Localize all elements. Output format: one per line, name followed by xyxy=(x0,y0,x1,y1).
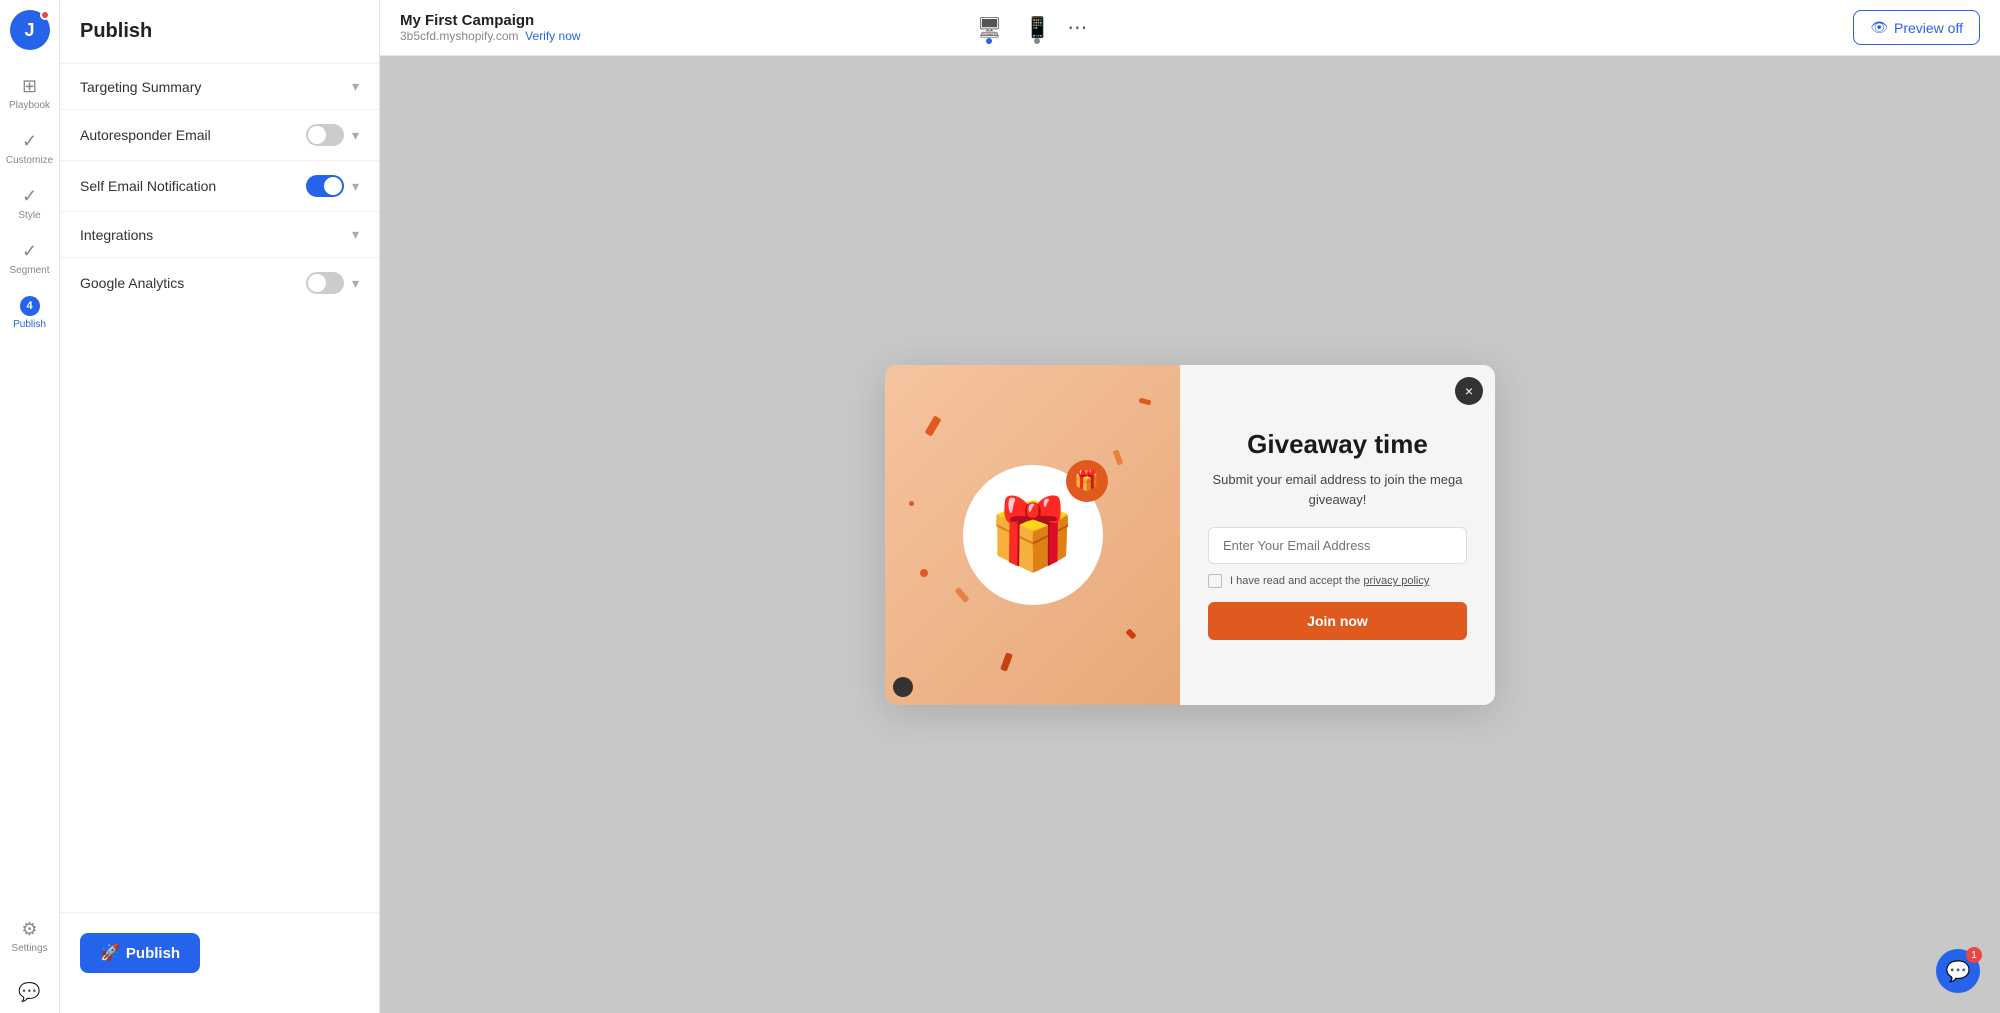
customize-icon: ✓ xyxy=(22,131,37,152)
chat-badge: 1 xyxy=(1966,947,1982,963)
gift-icon: 🎁 xyxy=(989,494,1076,576)
popup-right-panel: × Giveaway time Submit your email addres… xyxy=(1180,365,1495,705)
targeting-summary-row[interactable]: Targeting Summary ▾ xyxy=(80,64,359,109)
google-analytics-section: Google Analytics ▾ xyxy=(60,257,379,308)
gift-badge: 🎁 xyxy=(1066,460,1108,502)
preview-content: 🎁 🎁 × Giveaway time Submit your email ad… xyxy=(380,56,2000,1013)
privacy-checkbox[interactable] xyxy=(1208,574,1222,588)
main-area: My First Campaign 3b5cfd.myshopify.com V… xyxy=(380,0,2000,1013)
domain-text: 3b5cfd.myshopify.com Verify now xyxy=(400,29,581,43)
chevron-down-icon: ▾ xyxy=(352,226,359,243)
close-icon: × xyxy=(1465,383,1473,399)
mobile-view-button[interactable]: 📱 xyxy=(1019,10,1055,46)
more-options-icon[interactable]: ⋯ xyxy=(1067,15,1087,40)
device-controls: 🖥 📱 ⋯ xyxy=(971,10,1087,46)
verify-link[interactable]: Verify now xyxy=(525,29,580,43)
popup-close-button[interactable]: × xyxy=(1455,377,1483,405)
chevron-down-icon: ▾ xyxy=(352,127,359,144)
desktop-icon: 🖥 xyxy=(977,15,1002,40)
campaign-info: My First Campaign 3b5cfd.myshopify.com V… xyxy=(400,12,581,43)
topbar-right: 👁 Preview off xyxy=(1853,10,1980,45)
sidebar-item-customize[interactable]: ✓ Customize xyxy=(0,121,60,176)
playbook-icon: ⊞ xyxy=(22,76,37,97)
publish-badge: 4 xyxy=(20,296,40,316)
popup-modal: 🎁 🎁 × Giveaway time Submit your email ad… xyxy=(885,365,1495,705)
preview-off-button[interactable]: 👁 Preview off xyxy=(1853,10,1980,45)
integrations-section: Integrations ▾ xyxy=(60,211,379,257)
desktop-view-button[interactable]: 🖥 xyxy=(971,10,1007,46)
chat-icon: 💬 xyxy=(1946,959,1971,984)
sidebar-item-settings[interactable]: ⚙ Settings xyxy=(0,909,60,964)
topbar: My First Campaign 3b5cfd.myshopify.com V… xyxy=(380,0,2000,56)
sidebar-item-chat[interactable]: 💬 xyxy=(0,972,60,1013)
integrations-row[interactable]: Integrations ▾ xyxy=(80,212,359,257)
sidebar-item-playbook[interactable]: ⊞ Playbook xyxy=(0,66,60,121)
email-input[interactable] xyxy=(1208,527,1467,564)
eye-icon: 👁 xyxy=(1870,19,1888,36)
popup-subtitle: Submit your email address to join the me… xyxy=(1208,470,1467,509)
autoresponder-toggle[interactable] xyxy=(306,124,344,146)
style-icon: ✓ xyxy=(22,186,37,207)
app-logo[interactable]: J xyxy=(10,10,50,50)
mobile-icon: 📱 xyxy=(1025,15,1050,40)
chat-icon: 💬 xyxy=(18,982,40,1003)
popup-title: Giveaway time xyxy=(1208,429,1467,460)
campaign-name: My First Campaign xyxy=(400,12,581,29)
privacy-link[interactable]: privacy policy xyxy=(1363,575,1429,587)
gift-badge-icon: 🎁 xyxy=(1074,468,1099,493)
settings-icon: ⚙ xyxy=(21,919,37,940)
publish-button[interactable]: 🚀 Publish xyxy=(80,933,200,973)
publish-panel: Publish Targeting Summary ▾ Autoresponde… xyxy=(60,0,380,1013)
self-email-toggle[interactable] xyxy=(306,175,344,197)
targeting-summary-section: Targeting Summary ▾ xyxy=(60,63,379,109)
google-analytics-row[interactable]: Google Analytics ▾ xyxy=(80,258,359,308)
publish-btn-container: 🚀 Publish xyxy=(60,912,379,993)
sidebar: J ⊞ Playbook ✓ Customize ✓ Style ✓ Segme… xyxy=(0,0,60,1013)
rocket-icon: 🚀 xyxy=(100,943,120,963)
popup-left-panel: 🎁 🎁 xyxy=(885,365,1180,705)
notification-dot xyxy=(40,10,50,20)
chevron-down-icon: ▾ xyxy=(352,78,359,95)
autoresponder-email-section: Autoresponder Email ▾ xyxy=(60,109,379,160)
chevron-down-icon: ▾ xyxy=(352,275,359,292)
sidebar-item-segment[interactable]: ✓ Segment xyxy=(0,231,60,286)
chevron-down-icon: ▾ xyxy=(352,178,359,195)
sidebar-item-style[interactable]: ✓ Style xyxy=(0,176,60,231)
chat-bubble[interactable]: 💬 1 xyxy=(1936,949,1980,993)
popup-bottom-icon xyxy=(893,677,913,697)
self-email-section: Self Email Notification ▾ xyxy=(60,160,379,211)
sidebar-item-publish[interactable]: 4 Publish xyxy=(0,286,60,340)
panel-title: Publish xyxy=(60,20,379,63)
join-button[interactable]: Join now xyxy=(1208,602,1467,640)
self-email-row[interactable]: Self Email Notification ▾ xyxy=(80,161,359,211)
google-analytics-toggle[interactable] xyxy=(306,272,344,294)
privacy-row: I have read and accept the privacy polic… xyxy=(1208,574,1467,588)
privacy-label: I have read and accept the privacy polic… xyxy=(1230,575,1429,587)
autoresponder-email-row[interactable]: Autoresponder Email ▾ xyxy=(80,110,359,160)
segment-icon: ✓ xyxy=(22,241,37,262)
